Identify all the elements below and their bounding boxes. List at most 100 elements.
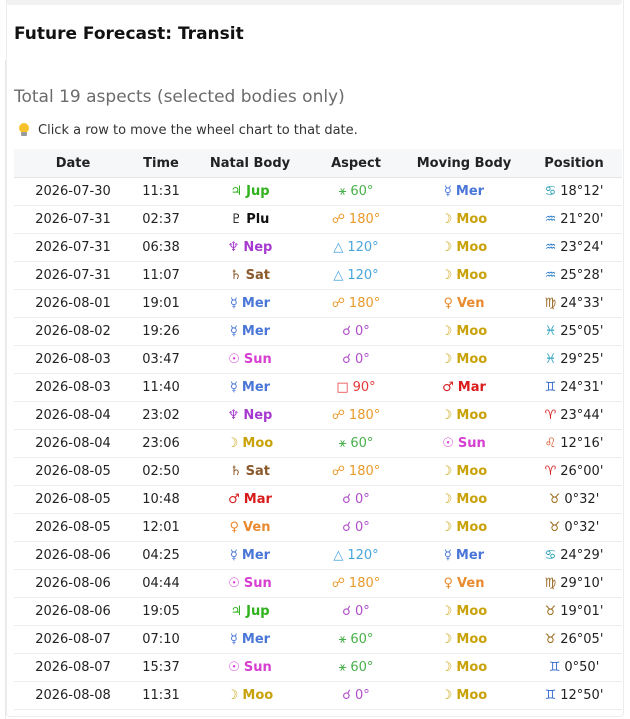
- table-row[interactable]: 2026-08-02 19:26 ☿ Mer ☌ 0° ☽ Moo ♓ 25°05': [14, 317, 622, 346]
- cell-natal-body-glyph-icon: ♆: [227, 240, 240, 255]
- cell-aspect: ☌ 0°: [310, 317, 402, 346]
- table-row[interactable]: 2026-08-05 12:01 ♀ Ven ☌ 0° ☽ Moo ♉ 0°32': [14, 513, 622, 542]
- cell-position: ♒ 25°28': [526, 261, 622, 290]
- cell-position-label: 23°44': [560, 408, 604, 423]
- table-row[interactable]: 2026-08-04 23:02 ♆ Nep ☍ 180° ☽ Moo ♈ 23°44': [14, 401, 622, 430]
- cell-date: 2026-08-05: [14, 485, 132, 514]
- cell-aspect-label: 0°: [354, 604, 370, 619]
- cell-aspect: ☍ 180°: [310, 569, 402, 598]
- column-header-natal-body[interactable]: Natal Body: [190, 149, 310, 178]
- cell-aspect-glyph-icon: ☍: [331, 464, 345, 479]
- table-row[interactable]: 2026-08-03 11:40 ☿ Mer □ 90° ♂ Mar ♊ 24°31': [14, 373, 622, 402]
- cell-date: 2026-08-03: [14, 345, 132, 374]
- cell-natal-body: ♀ Ven: [190, 513, 310, 542]
- column-header-time[interactable]: Time: [132, 149, 190, 178]
- table-row[interactable]: 2026-08-07 15:37 ☉ Sun ⚹ 60° ☽ Moo ♊ 0°50': [14, 653, 622, 682]
- cell-time: 23:02: [132, 401, 190, 430]
- cell-moving-body: ♀ Ven: [402, 289, 526, 318]
- cell-aspect-glyph-icon: △: [333, 548, 344, 563]
- table-row[interactable]: 2026-08-01 19:01 ☿ Mer ☍ 180° ♀ Ven ♍ 24°33': [14, 289, 622, 318]
- table-row[interactable]: 2026-08-03 03:47 ☉ Sun ☌ 0° ☽ Moo ♓ 29°25': [14, 345, 622, 374]
- cell-position-glyph-icon: ♉: [544, 632, 557, 647]
- cell-position-glyph-icon: ♉: [544, 604, 557, 619]
- cell-moving-body: ☉ Sun: [402, 429, 526, 458]
- cell-aspect-label: 90°: [352, 380, 376, 395]
- cell-position-label: 29°25': [560, 352, 604, 367]
- cell-natal-body-glyph-icon: ☉: [228, 660, 240, 675]
- cell-position-glyph-icon: ♈: [544, 464, 557, 479]
- table-row[interactable]: 2026-08-05 10:48 ♂ Mar ☌ 0° ☽ Moo ♉ 0°32': [14, 485, 622, 514]
- column-header-position[interactable]: Position: [526, 149, 622, 178]
- table-row[interactable]: 2026-07-31 06:38 ♆ Nep △ 120° ☽ Moo ♒ 23°24': [14, 233, 622, 262]
- column-header-date[interactable]: Date: [14, 149, 132, 178]
- cell-date: 2026-08-06: [14, 569, 132, 598]
- cell-aspect-glyph-icon: ☍: [331, 576, 345, 591]
- table-row[interactable]: 2026-07-31 11:07 ♄ Sat △ 120° ☽ Moo ♒ 25°28': [14, 261, 622, 290]
- cell-aspect-glyph-icon: ⚹: [338, 632, 347, 647]
- cell-moving-body: ☽ Moo: [402, 317, 526, 346]
- hint-message: Click a row to move the wheel chart to t…: [18, 122, 358, 138]
- page-title: Future Forecast: Transit: [14, 24, 244, 44]
- aspects-table: Date Time Natal Body Aspect Moving Body …: [14, 149, 622, 710]
- cell-natal-body: ♆ Nep: [190, 233, 310, 262]
- cell-date: 2026-08-08: [14, 681, 132, 710]
- table-row[interactable]: 2026-08-08 11:31 ☽ Moo ☌ 0° ☽ Moo ♊ 12°50': [14, 681, 622, 710]
- cell-position: ♌ 12°16': [526, 429, 622, 458]
- cell-aspect-glyph-icon: △: [333, 240, 344, 255]
- cell-natal-body-glyph-icon: ♄: [229, 268, 242, 283]
- cell-time: 11:31: [132, 681, 190, 710]
- cell-natal-body-glyph-icon: ♀: [229, 520, 240, 535]
- cell-position-label: 29°10': [560, 576, 604, 591]
- table-row[interactable]: 2026-08-04 23:06 ☽ Moo ⚹ 60° ☉ Sun ♌ 12°16': [14, 429, 622, 458]
- cell-position: ♉ 0°32': [526, 513, 622, 542]
- column-header-moving-body[interactable]: Moving Body: [402, 149, 526, 178]
- cell-natal-body: ♆ Nep: [190, 401, 310, 430]
- cell-date: 2026-07-30: [14, 177, 132, 206]
- table-row[interactable]: 2026-08-06 04:25 ☿ Mer △ 120° ☿ Mer ♋ 24°29': [14, 541, 622, 570]
- table-row[interactable]: 2026-08-07 07:10 ☿ Mer ⚹ 60° ☽ Moo ♉ 26°05': [14, 625, 622, 654]
- cell-position-glyph-icon: ♋: [544, 548, 557, 563]
- aspect-count-summary: Total 19 aspects (selected bodies only): [14, 87, 345, 107]
- cell-position: ♓ 25°05': [526, 317, 622, 346]
- cell-aspect-glyph-icon: ☍: [331, 212, 345, 227]
- cell-time: 10:48: [132, 485, 190, 514]
- cell-position: ♊ 0°50': [526, 653, 622, 682]
- column-header-aspect[interactable]: Aspect: [310, 149, 402, 178]
- cell-natal-body: ☿ Mer: [190, 289, 310, 318]
- table-row[interactable]: 2026-07-30 11:31 ♃ Jup ⚹ 60° ☿ Mer ♋ 18°12': [14, 177, 622, 206]
- cell-position-glyph-icon: ♒: [544, 268, 557, 283]
- cell-position: ♉ 26°05': [526, 625, 622, 654]
- cell-aspect-glyph-icon: ⚹: [338, 660, 347, 675]
- cell-natal-body-label: Moo: [242, 436, 274, 451]
- cell-moving-body-glyph-icon: ☽: [440, 492, 453, 507]
- cell-aspect-label: 60°: [350, 184, 374, 199]
- cell-natal-body-glyph-icon: ☿: [229, 296, 238, 311]
- cell-moving-body-label: Moo: [456, 324, 488, 339]
- table-row[interactable]: 2026-08-06 19:05 ♃ Jup ☌ 0° ☽ Moo ♉ 19°01': [14, 597, 622, 626]
- cell-time: 11:40: [132, 373, 190, 402]
- cell-aspect-label: 180°: [348, 408, 381, 423]
- cell-aspect-glyph-icon: ☌: [342, 492, 351, 507]
- cell-position-label: 0°32': [564, 520, 600, 535]
- table-row[interactable]: 2026-07-31 02:37 ♇ Plu ☍ 180° ☽ Moo ♒ 21°20': [14, 205, 622, 234]
- cell-moving-body: ☽ Moo: [402, 485, 526, 514]
- cell-aspect: ☌ 0°: [310, 345, 402, 374]
- cell-date: 2026-08-07: [14, 653, 132, 682]
- cell-natal-body-label: Mer: [241, 380, 271, 395]
- cell-natal-body-glyph-icon: ☉: [228, 576, 240, 591]
- cell-date: 2026-08-06: [14, 597, 132, 626]
- cell-natal-body-glyph-icon: ♆: [227, 408, 240, 423]
- cell-moving-body-glyph-icon: ☽: [440, 660, 453, 675]
- cell-date: 2026-08-01: [14, 289, 132, 318]
- cell-time: 19:26: [132, 317, 190, 346]
- table-row[interactable]: 2026-08-06 04:44 ☉ Sun ☍ 180° ♀ Ven ♍ 29°10': [14, 569, 622, 598]
- cell-moving-body: ☽ Moo: [402, 205, 526, 234]
- cell-position-label: 12°50': [560, 688, 604, 703]
- cell-aspect-glyph-icon: △: [333, 268, 344, 283]
- table-row[interactable]: 2026-08-05 02:50 ♄ Sat ☍ 180° ☽ Moo ♈ 26°00': [14, 457, 622, 486]
- cell-natal-body-glyph-icon: ♂: [228, 492, 240, 507]
- cell-moving-body-glyph-icon: ☉: [442, 436, 454, 451]
- cell-time: 23:06: [132, 429, 190, 458]
- cell-position: ♒ 21°20': [526, 205, 622, 234]
- cell-position: ♈ 26°00': [526, 457, 622, 486]
